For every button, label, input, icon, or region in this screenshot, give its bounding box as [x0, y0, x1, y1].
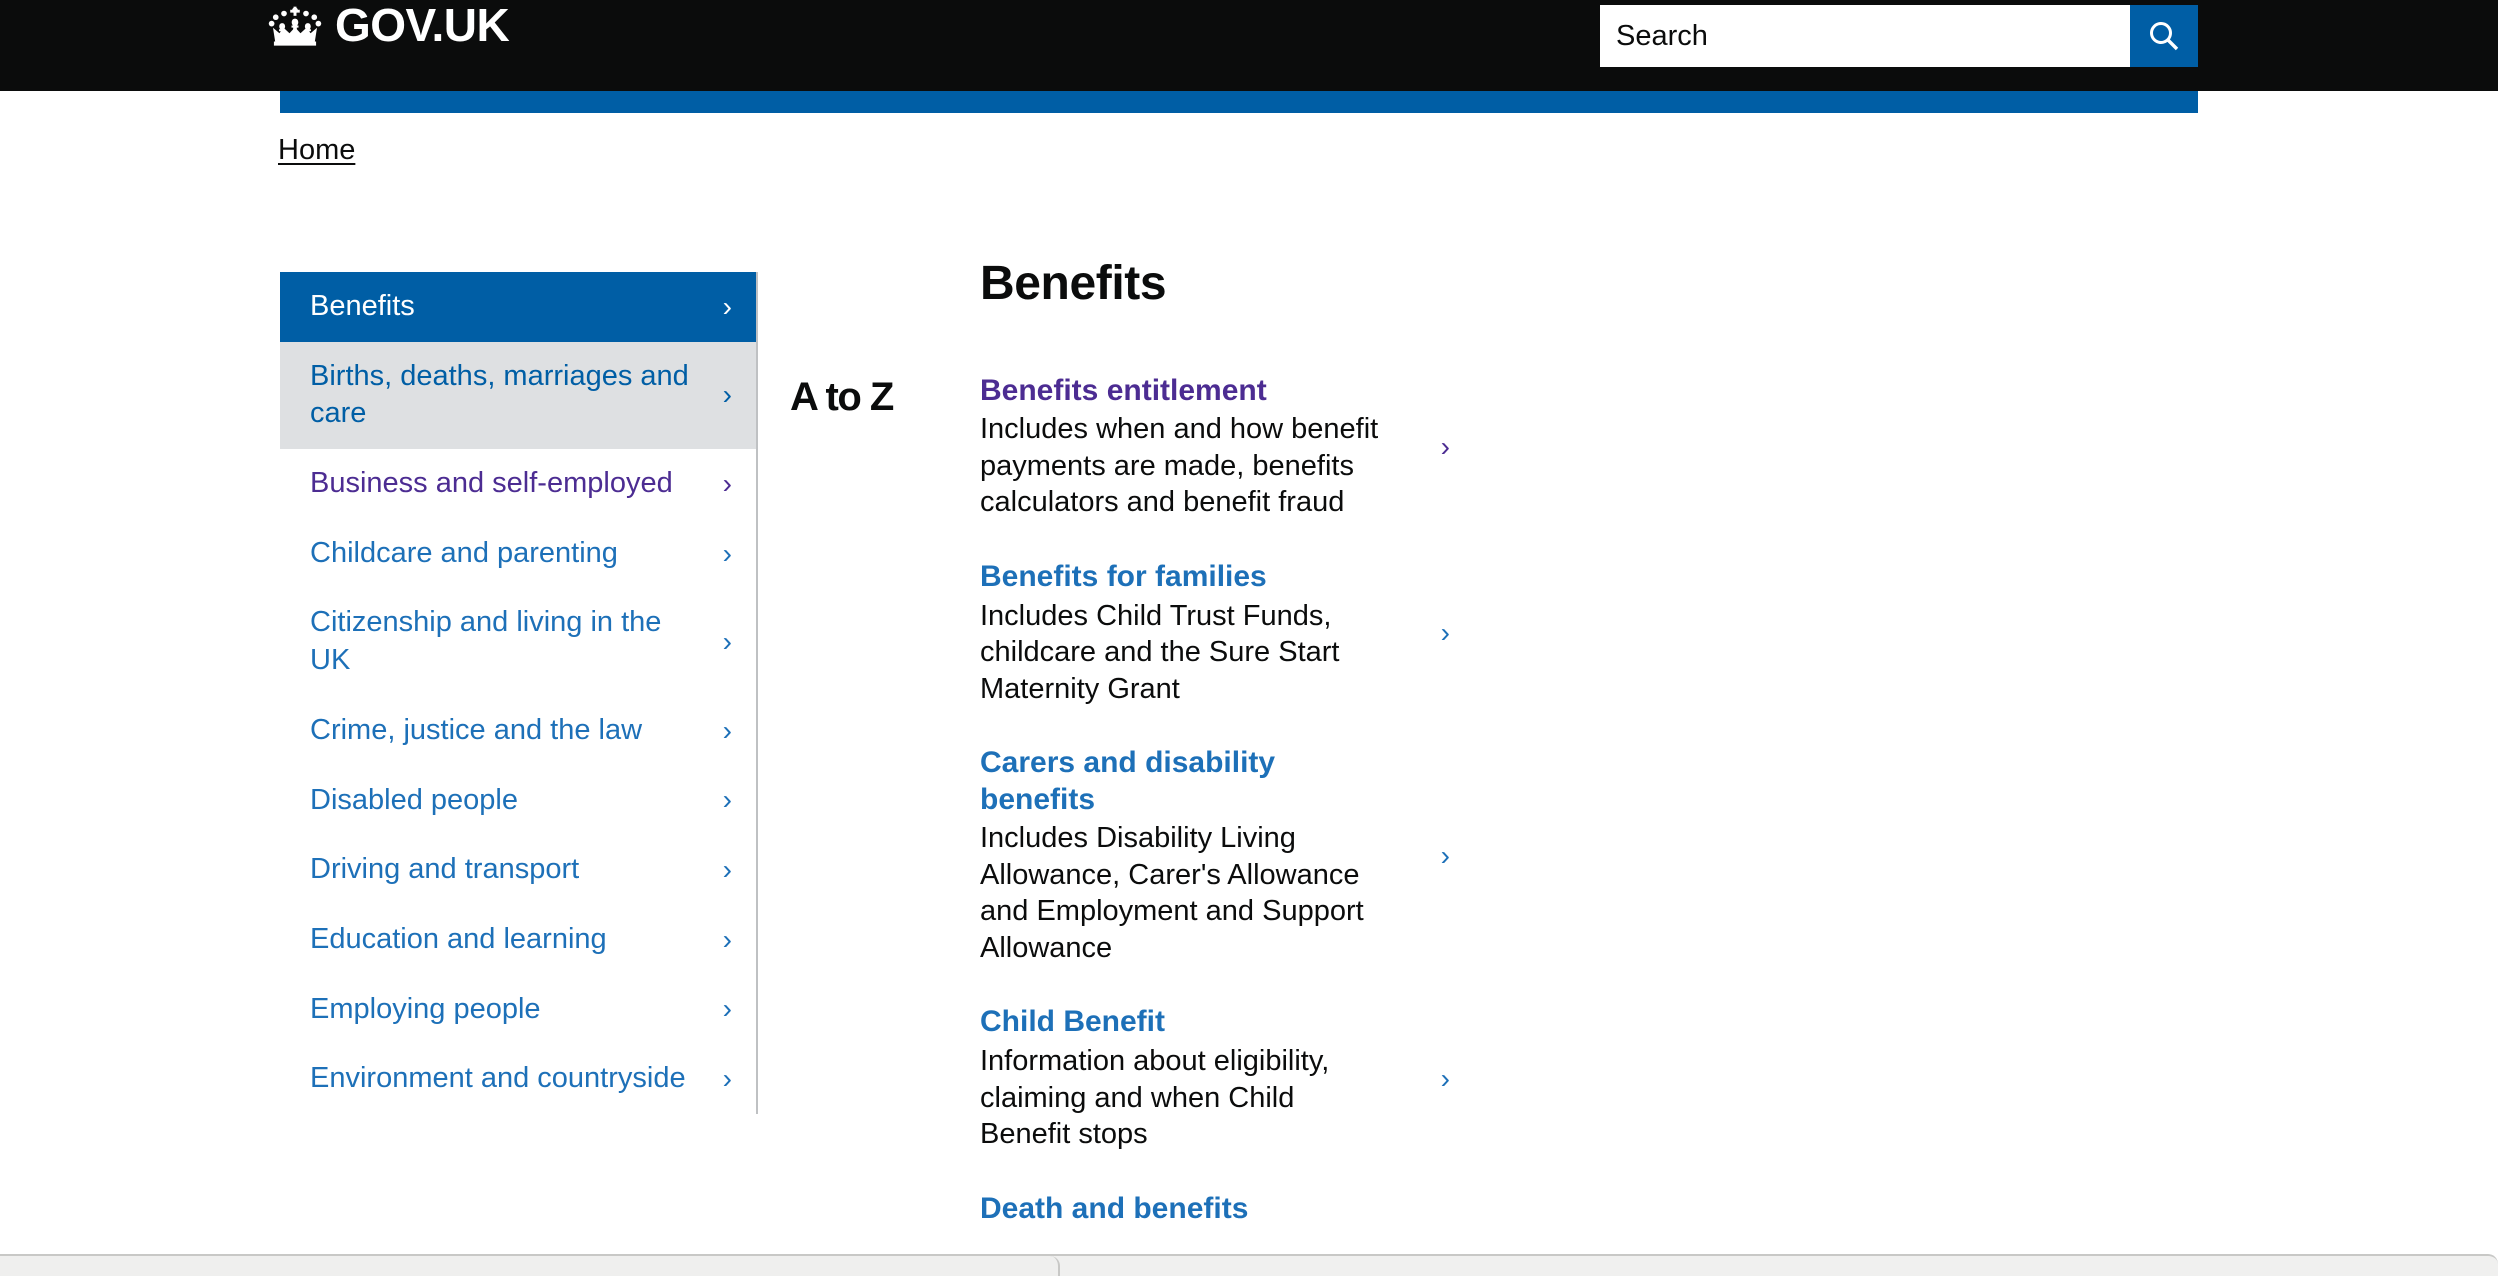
sidebar-item-education-and-learning[interactable]: Education and learning ›	[280, 905, 756, 975]
sidebar-nav: Benefits › Births, deaths, marriages and c…	[280, 272, 758, 1114]
bottom-chrome-strip	[0, 1254, 2498, 1276]
sidebar-item-label: Benefits	[310, 290, 415, 322]
sidebar-item-childcare-and-parenting[interactable]: Childcare and parenting ›	[280, 519, 756, 589]
chevron-right-icon: ›	[722, 714, 732, 746]
sidebar-item-business-and-self-employed[interactable]: Business and self-employed ›	[280, 449, 756, 519]
topic-list: Benefits entitlement Includes when and ho…	[980, 373, 1450, 1267]
search-button[interactable]	[2130, 5, 2198, 67]
sidebar-item-label: Citizenship and living in the UK	[310, 606, 662, 677]
sidebar-item-label: Education and learning	[310, 922, 607, 955]
sidebar-item-label: Childcare and parenting	[310, 536, 618, 569]
search-input[interactable]	[1600, 5, 2130, 67]
atoz-label: A to Z	[790, 374, 894, 419]
chevron-right-icon: ›	[722, 784, 732, 816]
chevron-right-icon: ›	[722, 537, 732, 569]
topic-title: Benefits entitlement	[980, 373, 1267, 407]
topic-description: Information about eligibility, claiming …	[980, 1045, 1330, 1151]
topic-description: Includes Disability Living Allowance, Ca…	[980, 822, 1364, 964]
page-wrap: GOV.UK Home Benefits›Births, deaths, mar…	[0, 0, 2498, 1276]
topic-item-child-benefit[interactable]: Child Benefit Information about eligibili…	[980, 1004, 1450, 1152]
sidebar-item-label: Crime, justice and the law	[310, 713, 643, 746]
breadcrumb: Home	[278, 132, 355, 168]
blue-accent-bar	[280, 91, 2198, 113]
chevron-right-icon: ›	[1440, 839, 1450, 871]
breadcrumb-item-home[interactable]: Home	[278, 134, 355, 166]
sidebar-item-label: Births, deaths, marriages and care	[310, 359, 689, 430]
sidebar-item-environment-and-countryside[interactable]: Environment and countryside ›	[280, 1044, 756, 1114]
topic-text: Benefits for families Includes Child Trus…	[980, 559, 1380, 707]
chevron-right-icon: ›	[1440, 1062, 1450, 1094]
main-content: Benefits A to Z Benefits entitlement Incl…	[790, 257, 1490, 1267]
chevron-right-icon: ›	[1440, 430, 1450, 462]
topic-text: Benefits entitlement Includes when and ho…	[980, 373, 1380, 521]
atoz-row: A to Z Benefits entitlement Includes when…	[790, 373, 1490, 1267]
govuk-logo-link[interactable]: GOV.UK	[265, 0, 510, 51]
sidebar-item-births-deaths-marriages-and-care[interactable]: Births, deaths, marriages and care ›	[280, 341, 756, 450]
govuk-logo-text: GOV.UK	[335, 0, 510, 51]
topic-item-carers-and-disability-benefits[interactable]: Carers and disability benefits Includes D…	[980, 745, 1450, 966]
govuk-header: GOV.UK	[0, 0, 2498, 91]
crown-icon	[268, 6, 322, 46]
chevron-right-icon: ›	[722, 854, 732, 886]
bottom-chrome-panel	[0, 1256, 1060, 1276]
chevron-right-icon: ›	[722, 467, 732, 499]
page-title: Benefits	[980, 257, 1167, 310]
topic-item-benefits-for-families[interactable]: Benefits for families Includes Child Trus…	[980, 559, 1450, 707]
topic-description: Includes when and how benefit payments a…	[980, 413, 1379, 519]
sidebar-item-label: Driving and transport	[310, 853, 580, 886]
topic-text: Death and benefits	[980, 1191, 1380, 1230]
sidebar-item-label: Environment and countryside	[310, 1062, 686, 1095]
sidebar-item-crime-justice-and-the-law[interactable]: Crime, justice and the law ›	[280, 696, 756, 766]
search-icon	[2150, 22, 2179, 51]
topic-title: Benefits for families	[980, 559, 1267, 593]
topic-text: Child Benefit Information about eligibili…	[980, 1004, 1380, 1152]
sidebar-item-driving-and-transport[interactable]: Driving and transport ›	[280, 835, 756, 905]
sidebar-item-disabled-people[interactable]: Disabled people ›	[280, 766, 756, 836]
chevron-right-icon: ›	[722, 290, 732, 322]
topic-title: Child Benefit	[980, 1005, 1165, 1039]
topic-title: Death and benefits	[980, 1191, 1249, 1225]
chevron-right-icon: ›	[722, 1063, 732, 1095]
topic-text: Carers and disability benefits Includes D…	[980, 745, 1380, 966]
sidebar-item-citizenship-and-living-in-the-uk[interactable]: Citizenship and living in the UK ›	[280, 588, 756, 695]
sidebar-item-employing-people[interactable]: Employing people ›	[280, 975, 756, 1045]
topic-item-death-and-benefits[interactable]: Death and benefits	[980, 1191, 1450, 1230]
sidebar-item-label: Employing people	[310, 992, 541, 1025]
chevron-right-icon: ›	[722, 379, 732, 411]
sidebar-item-label: Business and self-employed	[310, 467, 673, 500]
topic-item-benefits-entitlement[interactable]: Benefits entitlement Includes when and ho…	[980, 373, 1450, 521]
chevron-right-icon: ›	[1440, 617, 1450, 649]
chevron-right-icon: ›	[722, 626, 732, 658]
chevron-right-icon: ›	[722, 993, 732, 1025]
chevron-right-icon: ›	[722, 923, 732, 955]
header-search	[1600, 5, 2198, 67]
sidebar-item-label: Disabled people	[310, 783, 518, 816]
topic-description: Includes Child Trust Funds, childcare an…	[980, 599, 1340, 705]
sidebar-item-benefits[interactable]: Benefits ›	[280, 272, 756, 342]
topic-title: Carers and disability benefits	[980, 746, 1276, 816]
